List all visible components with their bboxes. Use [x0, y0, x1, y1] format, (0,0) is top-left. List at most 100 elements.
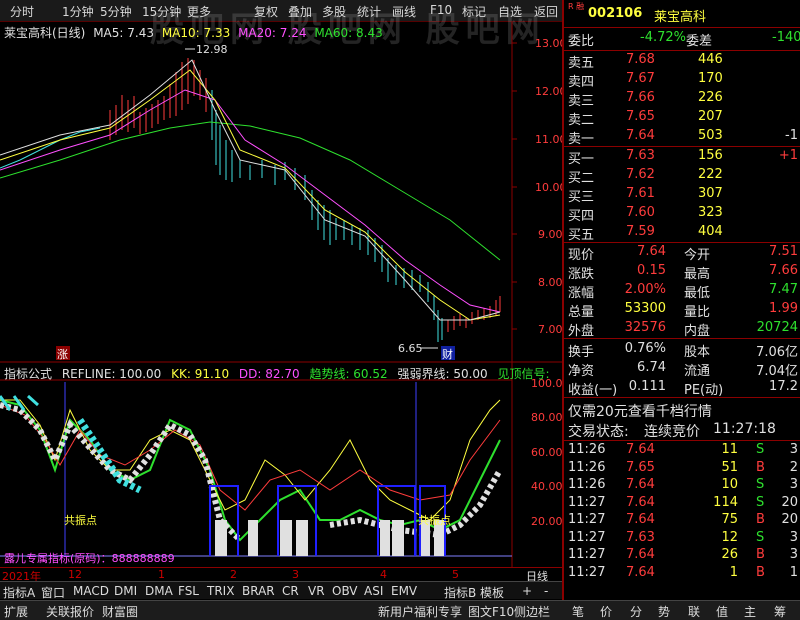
f10-button[interactable]: 图文F10 — [468, 603, 514, 620]
tab-macd[interactable]: MACD — [73, 584, 109, 598]
high-label: 12.98 — [196, 43, 228, 56]
fund-value: 0.111 — [628, 379, 666, 394]
related-quotes-button[interactable]: 关联报价 — [46, 603, 94, 620]
zoom-in-button[interactable]: + — [522, 584, 532, 598]
tick-price: 7.65 — [626, 459, 655, 475]
date-tick: 2 — [230, 568, 237, 581]
sidebar-button[interactable]: 侧边栏 — [514, 603, 550, 620]
tab-fsl[interactable]: FSL — [178, 584, 199, 598]
tb-huaxian[interactable]: 画线 — [392, 3, 416, 20]
quote-label: 今开 — [684, 248, 711, 263]
tab-dma[interactable]: DMA — [145, 584, 173, 598]
tick-side: B — [756, 547, 765, 562]
weibi-row: 委比 -4.72% 委差 -140 — [568, 30, 800, 49]
trade-status-time: 11:27:18 — [713, 421, 776, 437]
tb-zixuan[interactable]: 自选 — [498, 3, 522, 20]
new-user-benefit-link[interactable]: 新用户福利专享 — [378, 603, 462, 620]
promo-line[interactable]: 仅需20元查看千档行情 — [568, 401, 798, 420]
tick-count: 3 — [789, 529, 798, 545]
sell-price: 7.66 — [626, 90, 655, 105]
tb-5min[interactable]: 5分钟 — [100, 3, 132, 20]
tab-dmi[interactable]: DMI — [114, 584, 137, 598]
indicator-tabs: 指标A 窗口 MACD DMI DMA FSL TRIX BRAR CR VR … — [0, 581, 562, 601]
tab-obv[interactable]: OBV — [332, 584, 358, 598]
side-tab[interactable]: 分 — [630, 603, 642, 620]
side-tab[interactable]: 价 — [600, 603, 612, 620]
side-tab[interactable]: 值 — [716, 603, 728, 620]
buy-label: 买二 — [568, 171, 595, 186]
quote-label: 涨跌 — [568, 267, 595, 282]
tb-duogu[interactable]: 多股 — [322, 3, 346, 20]
tb-fuquan[interactable]: 复权 — [254, 3, 278, 20]
tab-emv[interactable]: EMV — [391, 584, 417, 598]
sell-label: 卖一 — [568, 132, 595, 147]
tab-cr[interactable]: CR — [282, 584, 299, 598]
tb-biaoji[interactable]: 标记 — [462, 3, 486, 20]
tb-15min[interactable]: 15分钟 — [142, 3, 181, 20]
tb-more[interactable]: 更多 — [187, 3, 211, 20]
tick-count: 20 — [781, 494, 798, 510]
tb-1min[interactable]: 1分钟 — [62, 3, 94, 20]
side-tab[interactable]: 联 — [688, 603, 700, 620]
tick-count: 3 — [789, 477, 798, 492]
gongzhen-label-2: 共振点 — [418, 513, 451, 527]
stock-tag: R 融 — [568, 2, 585, 11]
kline-chart[interactable]: 13.00 12.00 11.00 10.00 9.00 8.00 7.00 1… — [0, 22, 562, 567]
tick-row: 11:27 7.64 114 S 20 — [568, 495, 798, 514]
tb-diejia[interactable]: 叠加 — [288, 3, 312, 20]
buy-change: +1 — [778, 148, 798, 163]
tb-back[interactable]: 返回 — [534, 3, 558, 20]
fortune-circle-button[interactable]: 财富圈 — [102, 603, 138, 620]
buy-row: 买五 7.59 404 — [568, 224, 798, 243]
weibi-label: 委比 — [568, 34, 595, 49]
ind-tick: 20.00 — [531, 515, 562, 528]
expand-button[interactable]: 扩展 — [4, 603, 28, 620]
date-tick: 3 — [292, 568, 299, 581]
period-toolbar: 分时 1分钟 5分钟 15分钟 更多 复权 叠加 多股 统计 画线 F10 标记… — [0, 0, 562, 22]
buy-volume: 323 — [698, 205, 723, 220]
quote-value: 7.47 — [769, 282, 798, 297]
buy-label: 买四 — [568, 209, 595, 224]
buy-volume: 222 — [698, 167, 723, 182]
fund-value: 7.04亿 — [756, 364, 798, 379]
tab-template[interactable]: 模板 — [480, 584, 504, 601]
tick-volume: 1 — [729, 564, 738, 580]
tick-count: 3 — [789, 442, 798, 457]
quote-value: 7.66 — [769, 263, 798, 278]
tb-fenshi[interactable]: 分时 — [10, 3, 34, 20]
tick-time: 11:27 — [568, 529, 606, 545]
fund-value: 6.74 — [637, 360, 666, 375]
tb-tongji[interactable]: 统计 — [357, 3, 381, 20]
sell-label: 卖五 — [568, 56, 595, 71]
fund-label: 股本 — [684, 345, 711, 360]
tab-trix[interactable]: TRIX — [207, 584, 234, 598]
side-tab[interactable]: 笔 — [572, 603, 584, 620]
quote-panel: R 融 002106 莱宝高科 委比 -4.72% 委差 -140 仅需20元查… — [562, 0, 800, 600]
tab-indicator-b[interactable]: 指标B — [444, 584, 476, 601]
tick-volume: 75 — [721, 512, 738, 527]
side-tab[interactable]: 筹 — [774, 603, 786, 620]
trade-status-row: 交易状态: 连续竞价 11:27:18 — [568, 421, 798, 440]
buy-price: 7.59 — [626, 224, 655, 239]
tab-indicator-a[interactable]: 指标A — [3, 584, 35, 601]
tab-vr[interactable]: VR — [308, 584, 325, 598]
side-tab[interactable]: 势 — [658, 603, 670, 620]
tab-window[interactable]: 窗口 — [41, 584, 65, 601]
zoom-out-button[interactable]: - — [544, 584, 548, 598]
quote-row: 外盘 32576 内盘 20724 — [568, 320, 798, 339]
tab-asi[interactable]: ASI — [364, 584, 383, 598]
quote-value: 2.00% — [624, 282, 666, 297]
tick-side: S — [756, 477, 765, 492]
ma20-label: MA20: 7.24 — [238, 26, 307, 40]
stock-period-title[interactable]: 莱宝高科(日线) — [4, 26, 85, 40]
refline-label: REFLINE: 100.00 — [61, 367, 162, 381]
tick-row: 11:26 7.64 10 S 3 — [568, 477, 798, 496]
tab-brar[interactable]: BRAR — [242, 584, 275, 598]
tick-volume: 51 — [721, 459, 738, 475]
quote-row: 涨幅 2.00% 最低 7.47 — [568, 282, 798, 301]
indicator-name[interactable]: 指标公式 — [4, 367, 52, 381]
tick-volume: 11 — [721, 442, 738, 457]
tb-f10[interactable]: F10 — [430, 3, 452, 17]
weici-value: -140 — [772, 30, 800, 45]
side-tab[interactable]: 主 — [744, 603, 756, 620]
